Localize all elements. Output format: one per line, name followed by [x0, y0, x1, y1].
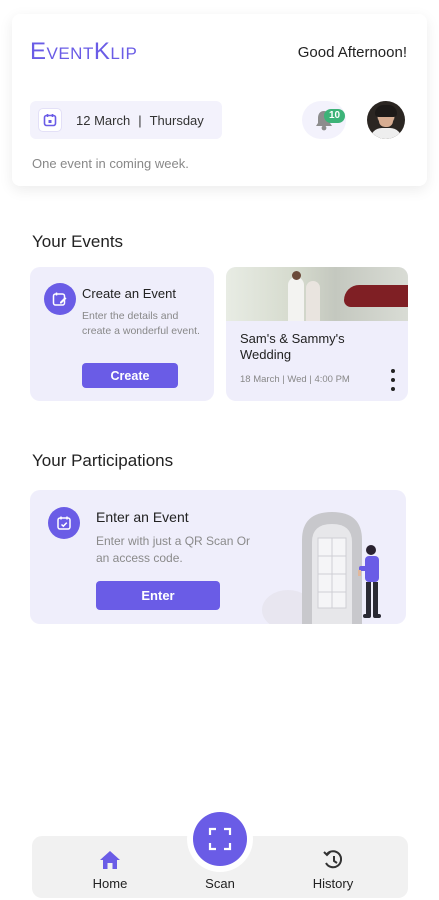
upcoming-summary: One event in coming week.: [32, 156, 189, 171]
enter-event-card: Enter an Event Enter with just a QR Scan…: [30, 490, 406, 624]
event-name: Sam's & Sammy's Wedding: [240, 331, 345, 362]
nav-home[interactable]: Home: [75, 850, 145, 891]
event-card[interactable]: Sam's & Sammy's Wedding 18 March | Wed |…: [226, 267, 408, 401]
event-datetime: 18 March | Wed | 4:00 PM: [240, 374, 350, 385]
enter-button[interactable]: Enter: [96, 581, 220, 610]
your-events-heading: Your Events: [32, 232, 124, 251]
enter-event-title: Enter an Event: [96, 509, 189, 525]
app-logo: EventKlip: [30, 38, 138, 65]
create-event-description: Enter the details and create a wonderful…: [82, 310, 200, 337]
scan-fab[interactable]: [193, 812, 247, 866]
calendar-check-icon: [48, 507, 80, 539]
edit-calendar-icon: [44, 283, 76, 315]
more-vertical-icon[interactable]: [389, 369, 397, 391]
notification-badge: 10: [324, 109, 346, 123]
your-participations-heading: Your Participations: [32, 451, 174, 470]
event-photo: [226, 267, 408, 321]
header-card: EventKlip Good Afternoon! 12 March | Thu…: [12, 14, 427, 186]
nav-home-label: Home: [92, 876, 128, 891]
date-weekday: Thursday: [149, 112, 204, 128]
history-icon: [323, 850, 343, 869]
avatar[interactable]: [367, 101, 405, 139]
scan-icon: [208, 827, 232, 851]
date-separator: |: [138, 112, 142, 128]
create-button[interactable]: Create: [82, 363, 178, 388]
nav-history[interactable]: History: [298, 850, 368, 891]
nav-scan-label: Scan: [205, 876, 235, 891]
notifications-button[interactable]: 10: [302, 101, 346, 139]
enter-event-description: Enter with just a QR Scan Or an access c…: [96, 534, 251, 565]
calendar-icon: [38, 108, 62, 132]
date-day: 12 March: [76, 112, 131, 128]
date-display: 12 March | Thursday: [30, 101, 222, 139]
home-icon: [100, 851, 120, 869]
create-event-card: Create an Event Enter the details and cr…: [30, 267, 214, 401]
door-illustration: [262, 512, 381, 624]
create-event-title: Create an Event: [82, 286, 176, 301]
scan-button[interactable]: [187, 806, 253, 872]
greeting-text: Good Afternoon!: [297, 44, 407, 61]
nav-history-label: History: [312, 876, 354, 891]
